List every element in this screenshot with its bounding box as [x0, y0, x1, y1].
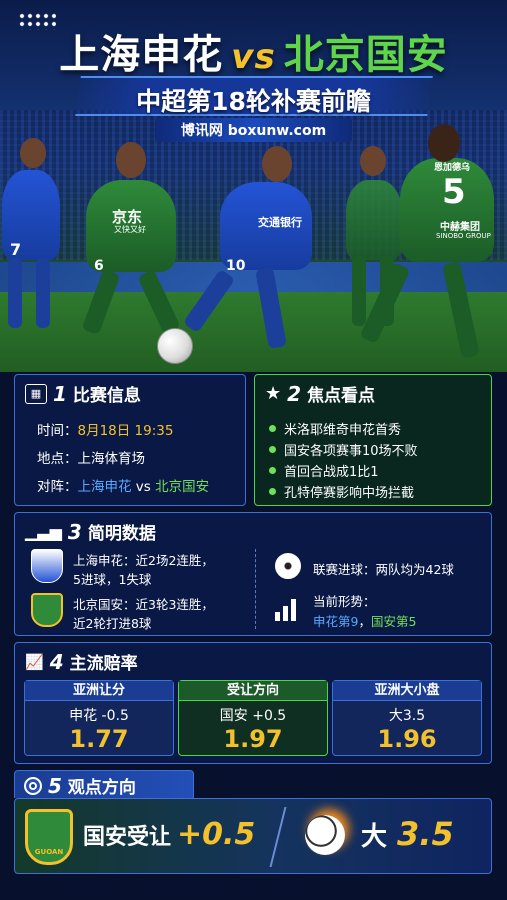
calendar-icon: ▦ [25, 383, 47, 404]
jersey-sponsor-sinobo: 中赫集团 [440, 222, 480, 233]
trend-chart-icon [275, 595, 301, 621]
title-vs: vs [231, 37, 276, 77]
pitch [0, 292, 507, 372]
view-title: 5 观点方向 [24, 773, 136, 798]
match-title: 上海申花 vs 北京国安 [0, 22, 507, 80]
focus-item: 国安各项赛事10场不败 [269, 440, 418, 459]
match-info-card: ▦ 1 比赛信息 时间：8月18日 19:35 地点：上海体育场 对阵：上海申花… [14, 374, 246, 506]
match-venue: 上海体育场 [77, 451, 146, 467]
title-away-team: 北京国安 [283, 32, 448, 78]
focus-item: 米洛耶维奇申花首秀 [269, 419, 401, 438]
focus-item: 首回合战成1比1 [269, 461, 379, 480]
guoan-badge-icon: GUOAN [25, 809, 73, 865]
match-info-title: ▦ 1 比赛信息 [25, 381, 141, 406]
form-values: 申花第9，国安第5 [313, 614, 417, 629]
title-home-team: 上海申花 [59, 32, 224, 78]
pick-divider [269, 807, 287, 867]
pick-handicap: 国安受让 +0.5 [83, 817, 256, 852]
star-icon: ★ [265, 383, 282, 404]
soccer-ball-icon [275, 553, 301, 579]
odds-box-asian-handicap: 亚洲让分 申花 -0.5 1.77 [24, 680, 174, 756]
bar-chart-icon: ▁▃▅ [25, 522, 62, 541]
focus-card: ★ 2 焦点看点 米洛耶维奇申花首秀 国安各项赛事10场不败 首回合战成1比1 … [254, 374, 492, 506]
player-guoan-bg [346, 180, 402, 260]
site-name: 博讯网 boxunw.com [180, 123, 327, 139]
jersey-number-10: 10 [226, 258, 246, 274]
jersey-sponsor-jd-sub: 又快又好 [114, 225, 146, 234]
shenhua-badge-icon [31, 549, 63, 583]
flaming-ball-icon [305, 815, 345, 855]
guoan-badge-icon [31, 593, 63, 627]
stats-divider [255, 549, 256, 629]
jersey-number-5: 5 [442, 172, 466, 212]
away-stats: 北京国安：近3轮3连胜， 近2轮打进8球 [73, 597, 214, 631]
trend-up-icon: 📈 [25, 652, 44, 671]
soccer-ball [157, 328, 193, 364]
target-icon [24, 776, 42, 795]
jersey-sponsor-bocom: 交通银行 [258, 216, 302, 229]
form-label: 当前形势： [313, 594, 376, 609]
home-stats: 上海申花：近2场2连胜， 5进球，1失球 [73, 553, 214, 587]
stats-card: ▁▃▅ 3 简明数据 上海申花：近2场2连胜， 5进球，1失球 北京国安：近3轮… [14, 512, 492, 636]
matchup-row: 对阵：上海申花 vs 北京国安 [37, 479, 210, 495]
pick-total: 大 3.5 [361, 815, 454, 853]
odds-box-over-under: 亚洲大小盘 大3.5 1.96 [332, 680, 482, 756]
hero-image: 7 京东 又快又好 6 交通银行 10 恩加德乌 5 中赫集团 SINOBO G… [0, 0, 507, 372]
odds-title: 📈 4 主流赔率 [25, 649, 138, 675]
subtitle: 中超第18轮补赛前瞻 [136, 87, 371, 116]
match-venue-row: 地点：上海体育场 [37, 451, 146, 467]
match-time: 8月18日 19:35 [77, 423, 174, 439]
stats-title: ▁▃▅ 3 简明数据 [25, 519, 156, 545]
jersey-sponsor-sinobo-sub: SINOBO GROUP [436, 232, 491, 240]
match-time-row: 时间：8月18日 19:35 [37, 423, 174, 439]
odds-box-handicap-receive: 受让方向 国安 +0.5 1.97 [178, 680, 328, 756]
view-panel: GUOAN 国安受让 +0.5 大 3.5 [14, 798, 492, 874]
focus-item: 孔特停赛影响中场拦截 [269, 482, 414, 501]
focus-title: ★ 2 焦点看点 [265, 381, 376, 407]
league-goals: 联赛进球：两队均为42球 [313, 562, 454, 577]
jersey-number-7: 7 [10, 240, 22, 259]
